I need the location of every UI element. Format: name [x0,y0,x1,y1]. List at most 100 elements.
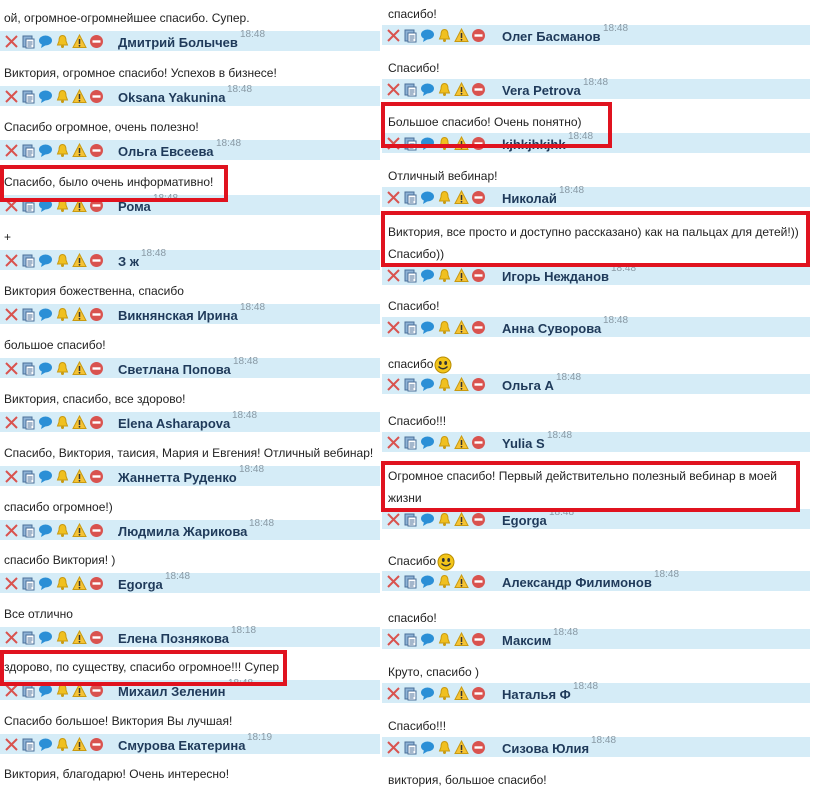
bell-icon[interactable] [55,143,70,158]
bell-icon[interactable] [55,89,70,104]
warning-icon[interactable] [454,82,469,97]
reply-bubble-icon[interactable] [420,268,435,283]
warning-icon[interactable] [454,512,469,527]
block-icon[interactable] [89,523,104,538]
warning-icon[interactable] [454,320,469,335]
copy-icon[interactable] [403,632,418,647]
delete-icon[interactable] [386,82,401,97]
copy-icon[interactable] [21,630,36,645]
author-name[interactable]: Максим [502,633,551,648]
warning-icon[interactable] [72,307,87,322]
bell-icon[interactable] [437,28,452,43]
reply-bubble-icon[interactable] [38,469,53,484]
block-icon[interactable] [89,253,104,268]
bell-icon[interactable] [55,630,70,645]
author-name[interactable]: Egorga [118,577,163,592]
bell-icon[interactable] [55,737,70,752]
block-icon[interactable] [471,740,486,755]
reply-bubble-icon[interactable] [420,377,435,392]
warning-icon[interactable] [72,415,87,430]
author-name[interactable]: Elena Asharapova [118,416,230,431]
bell-icon[interactable] [437,574,452,589]
copy-icon[interactable] [403,512,418,527]
block-icon[interactable] [471,268,486,283]
block-icon[interactable] [89,469,104,484]
author-name[interactable]: Oksana Yakunina [118,90,225,105]
reply-bubble-icon[interactable] [38,630,53,645]
warning-icon[interactable] [454,435,469,450]
delete-icon[interactable] [386,686,401,701]
bell-icon[interactable] [55,415,70,430]
delete-icon[interactable] [386,574,401,589]
copy-icon[interactable] [403,574,418,589]
block-icon[interactable] [471,435,486,450]
reply-bubble-icon[interactable] [420,632,435,647]
delete-icon[interactable] [4,415,19,430]
delete-icon[interactable] [386,632,401,647]
delete-icon[interactable] [386,435,401,450]
reply-bubble-icon[interactable] [420,82,435,97]
reply-bubble-icon[interactable] [420,740,435,755]
bell-icon[interactable] [55,361,70,376]
warning-icon[interactable] [454,377,469,392]
author-name[interactable]: Смурова Екатерина [118,738,245,753]
reply-bubble-icon[interactable] [38,576,53,591]
bell-icon[interactable] [55,469,70,484]
delete-icon[interactable] [386,28,401,43]
warning-icon[interactable] [72,576,87,591]
bell-icon[interactable] [437,320,452,335]
reply-bubble-icon[interactable] [38,143,53,158]
delete-icon[interactable] [4,630,19,645]
warning-icon[interactable] [72,361,87,376]
copy-icon[interactable] [21,253,36,268]
copy-icon[interactable] [21,34,36,49]
warning-icon[interactable] [72,523,87,538]
reply-bubble-icon[interactable] [38,307,53,322]
copy-icon[interactable] [403,377,418,392]
delete-icon[interactable] [4,469,19,484]
warning-icon[interactable] [72,253,87,268]
copy-icon[interactable] [403,320,418,335]
author-name[interactable]: Олег Басманов [502,29,601,44]
copy-icon[interactable] [21,361,36,376]
copy-icon[interactable] [21,576,36,591]
author-name[interactable]: Yulia S [502,436,545,451]
reply-bubble-icon[interactable] [38,361,53,376]
bell-icon[interactable] [437,686,452,701]
warning-icon[interactable] [454,740,469,755]
delete-icon[interactable] [386,320,401,335]
block-icon[interactable] [89,576,104,591]
copy-icon[interactable] [403,268,418,283]
delete-icon[interactable] [4,89,19,104]
delete-icon[interactable] [4,361,19,376]
warning-icon[interactable] [454,190,469,205]
reply-bubble-icon[interactable] [420,190,435,205]
author-name[interactable]: З ж [118,254,139,269]
author-name[interactable]: Сизова Юлия [502,741,589,756]
reply-bubble-icon[interactable] [420,512,435,527]
bell-icon[interactable] [55,523,70,538]
block-icon[interactable] [89,89,104,104]
delete-icon[interactable] [4,253,19,268]
bell-icon[interactable] [55,576,70,591]
block-icon[interactable] [471,632,486,647]
copy-icon[interactable] [21,469,36,484]
warning-icon[interactable] [72,34,87,49]
author-name[interactable]: Жаннетта Руденко [118,470,237,485]
bell-icon[interactable] [437,632,452,647]
block-icon[interactable] [89,34,104,49]
bell-icon[interactable] [437,82,452,97]
delete-icon[interactable] [386,512,401,527]
copy-icon[interactable] [21,307,36,322]
copy-icon[interactable] [403,686,418,701]
block-icon[interactable] [471,28,486,43]
delete-icon[interactable] [4,576,19,591]
copy-icon[interactable] [21,523,36,538]
warning-icon[interactable] [72,89,87,104]
reply-bubble-icon[interactable] [38,89,53,104]
delete-icon[interactable] [4,143,19,158]
block-icon[interactable] [471,377,486,392]
bell-icon[interactable] [55,307,70,322]
copy-icon[interactable] [21,737,36,752]
copy-icon[interactable] [21,143,36,158]
